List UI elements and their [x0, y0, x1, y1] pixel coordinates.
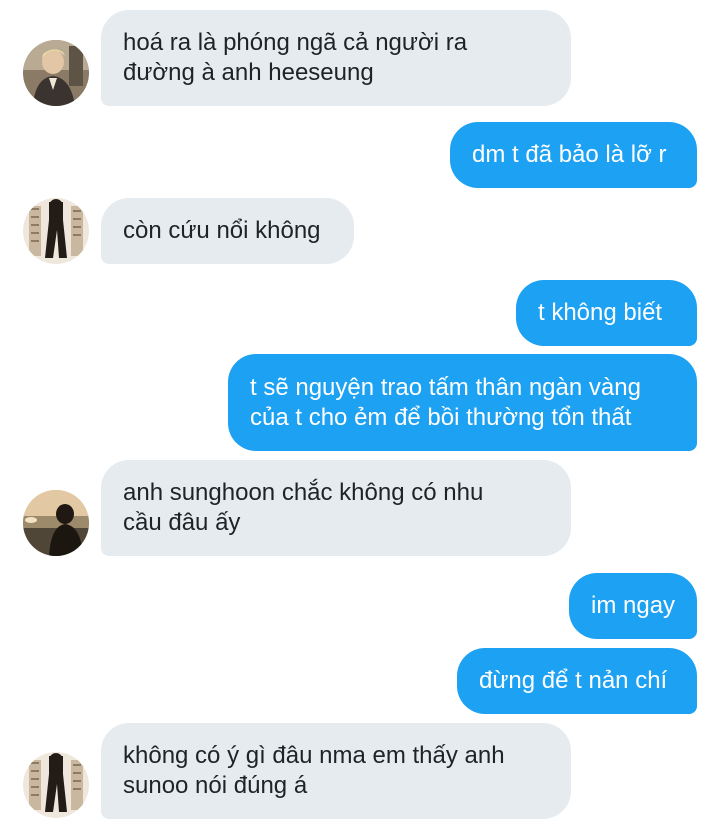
avatar-window-silhouette-image	[23, 198, 89, 264]
message-text-line: hoá ra là phóng ngã cả người ra	[123, 29, 468, 56]
message-bubble[interactable]: còn cứu nổi không	[101, 198, 354, 264]
message-text-line: t sẽ nguyện trao tấm thân ngàn vàng	[250, 373, 641, 401]
avatar-blond-suit-image	[23, 40, 89, 106]
message-bubble[interactable]: anh sunghoon chắc không có nhu cầu đâu ấ…	[101, 460, 571, 556]
message-text-line: không có ý gì đâu nma em thấy anh	[123, 742, 505, 769]
avatar-window-silhouette-image	[23, 752, 89, 818]
avatar[interactable]	[23, 40, 89, 106]
message-bubble[interactable]: im ngay	[569, 573, 697, 639]
avatar[interactable]	[23, 198, 89, 264]
message-text-line: còn cứu nổi không	[123, 217, 321, 244]
message-bubble[interactable]: hoá ra là phóng ngã cả người ra đường à …	[101, 10, 571, 106]
message-text-line: t không biết	[538, 299, 663, 326]
message-bubble[interactable]: t không biết	[516, 280, 697, 346]
message-text-line: đường à anh heeseung	[123, 59, 374, 86]
message-text-line: anh sunghoon chắc không có nhu	[123, 479, 484, 506]
message-bubble[interactable]: dm t đã bảo là lỡ r	[450, 122, 697, 188]
message-text-line: im ngay	[591, 592, 676, 619]
message-text-line: sunoo nói đúng á	[123, 772, 308, 799]
message-text-line: đừng để t nản chí	[479, 667, 668, 694]
message-bubble[interactable]: t sẽ nguyện trao tấm thân ngàn vàng của …	[228, 354, 697, 451]
message-text-line: cầu đâu ấy	[123, 509, 241, 536]
avatar[interactable]	[23, 490, 89, 556]
avatar-sunset-portrait-image	[23, 490, 89, 556]
message-text-line: của t cho ẻm để bồi thường tổn thất	[250, 403, 632, 431]
message-bubble[interactable]: không có ý gì đâu nma em thấy anh sunoo …	[101, 723, 571, 819]
message-bubble[interactable]: đừng để t nản chí	[457, 648, 697, 714]
avatar[interactable]	[23, 752, 89, 818]
message-text-line: dm t đã bảo là lỡ r	[472, 141, 667, 168]
